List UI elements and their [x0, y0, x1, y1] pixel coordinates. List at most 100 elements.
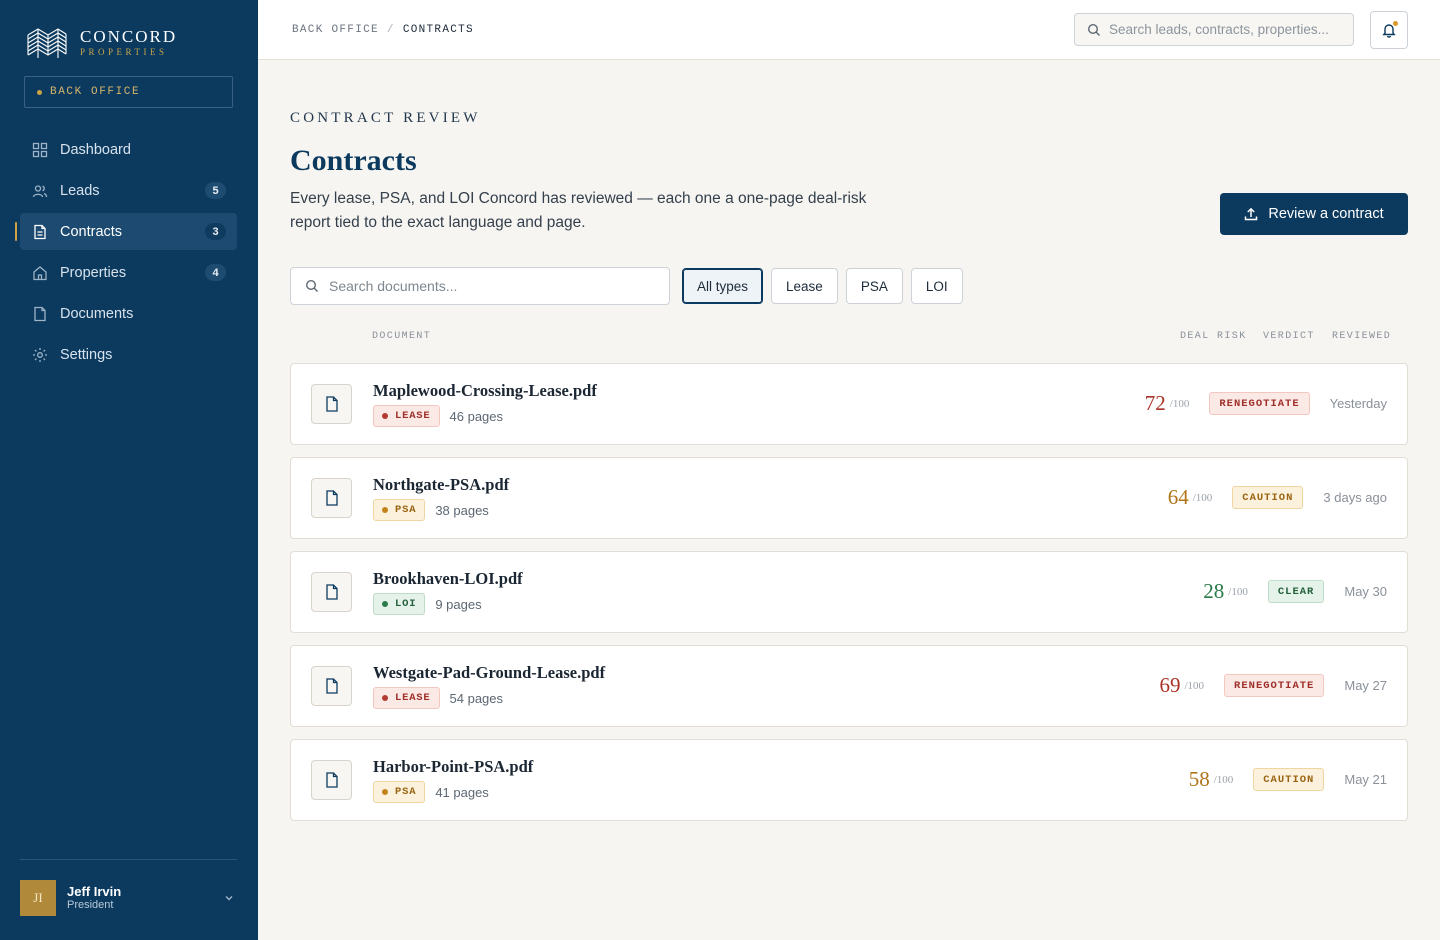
reviewed-date: May 21	[1344, 772, 1387, 787]
chevron-down-icon[interactable]	[223, 892, 235, 904]
tag-dot-icon	[382, 413, 388, 419]
filter-lease[interactable]: Lease	[771, 268, 838, 304]
verdict-badge: RENEGOTIATE	[1209, 392, 1310, 415]
divider	[20, 859, 237, 860]
global-search-input[interactable]	[1109, 22, 1349, 37]
document-search-input[interactable]	[329, 278, 649, 294]
search-icon	[305, 279, 318, 292]
contract-row[interactable]: Northgate-PSA.pdf PSA 38 pages 64 /100 C…	[290, 457, 1408, 539]
sidebar-item-label: Properties	[60, 264, 127, 281]
document-icon	[311, 760, 352, 800]
document-name[interactable]: Westgate-Pad-Ground-Lease.pdf	[373, 663, 605, 683]
document-type-tag: LOI	[373, 593, 426, 615]
document-type-label: PSA	[395, 504, 417, 516]
page-count: 38 pages	[435, 502, 489, 518]
count-badge: 3	[205, 223, 226, 240]
document-icon	[311, 478, 352, 518]
home-icon	[32, 265, 48, 281]
page-description: Every lease, PSA, and LOI Concord has re…	[290, 190, 867, 231]
global-search[interactable]	[1074, 13, 1354, 46]
document-type-label: LEASE	[395, 410, 431, 422]
document-name[interactable]: Maplewood-Crossing-Lease.pdf	[373, 381, 597, 401]
notifications-button[interactable]	[1370, 11, 1408, 49]
type-filters: All types Lease PSA LOI	[682, 268, 971, 304]
user-menu[interactable]: JI Jeff Irvin President	[20, 880, 237, 916]
page-count: 54 pages	[449, 690, 504, 706]
deal-risk-max: /100	[1213, 773, 1234, 786]
breadcrumb-item-back-office[interactable]: BACK OFFICE	[292, 24, 379, 36]
sidebar-item-settings[interactable]: Settings	[20, 336, 237, 373]
brand-name: CONCORD	[80, 27, 178, 46]
contract-row[interactable]: Westgate-Pad-Ground-Lease.pdf LEASE 54 p…	[290, 645, 1408, 727]
reviewed-date: Yesterday	[1329, 396, 1387, 411]
workspace-switcher[interactable]: BACK OFFICE	[24, 76, 233, 108]
page-count: 9 pages	[435, 596, 482, 612]
sidebar-item-dashboard[interactable]: Dashboard	[20, 131, 237, 168]
brand-logo[interactable]: CONCORD PROPERTIES	[24, 25, 177, 61]
column-header-verdict: VERDICT	[1263, 331, 1315, 342]
sidebar-item-label: Leads	[60, 182, 100, 199]
avatar: JI	[20, 880, 56, 916]
document-type-label: LOI	[395, 598, 417, 610]
review-contract-button[interactable]: Review a contract	[1220, 193, 1408, 235]
sidebar-item-label: Settings	[60, 346, 113, 363]
review-contract-label: Review a contract	[1268, 206, 1384, 222]
grid-icon	[32, 142, 48, 158]
tag-dot-icon	[382, 695, 388, 701]
page-count: 46 pages	[449, 408, 504, 424]
breadcrumb: BACK OFFICE / CONTRACTS	[292, 24, 474, 36]
page-eyebrow: CONTRACT REVIEW	[290, 110, 481, 126]
contract-row[interactable]: Maplewood-Crossing-Lease.pdf LEASE 46 pa…	[290, 363, 1408, 445]
page-count: 41 pages	[435, 784, 489, 800]
tag-dot-icon	[382, 507, 388, 513]
workspace-label: BACK OFFICE	[50, 86, 141, 98]
sidebar-item-label: Contracts	[60, 223, 123, 240]
deal-risk-score: 64	[1167, 485, 1189, 509]
sidebar-item-contracts[interactable]: Contracts 3	[15, 213, 237, 250]
top-bar: BACK OFFICE / CONTRACTS	[258, 0, 1440, 60]
deal-risk-max: /100	[1192, 491, 1213, 504]
verdict-badge: CLEAR	[1267, 580, 1325, 603]
sidebar: CONCORD PROPERTIES BACK OFFICE Dashboard…	[0, 0, 258, 940]
document-icon	[311, 666, 352, 706]
search-icon	[1087, 23, 1100, 36]
brand-subtitle: PROPERTIES	[80, 47, 168, 57]
sidebar-item-properties[interactable]: Properties 4	[20, 254, 237, 291]
reviewed-date: May 30	[1344, 584, 1387, 599]
gear-icon	[32, 347, 48, 363]
document-icon	[311, 384, 352, 424]
user-name: Jeff Irvin	[67, 884, 122, 899]
document-name[interactable]: Brookhaven-LOI.pdf	[373, 569, 523, 589]
document-name[interactable]: Harbor-Point-PSA.pdf	[373, 757, 533, 777]
document-type-tag: PSA	[373, 499, 426, 521]
document-type-tag: LEASE	[373, 687, 440, 709]
document-search[interactable]	[290, 267, 670, 305]
document-type-label: LEASE	[395, 692, 431, 704]
column-header-deal-risk: DEAL RISK	[1180, 331, 1247, 342]
users-icon	[32, 183, 48, 199]
verdict-badge: RENEGOTIATE	[1224, 674, 1325, 697]
tag-dot-icon	[382, 601, 388, 607]
verdict-badge: CAUTION	[1232, 486, 1304, 509]
user-role: President	[67, 899, 114, 911]
sidebar-item-documents[interactable]: Documents	[20, 295, 237, 332]
deal-risk-score: 72	[1144, 391, 1166, 415]
document-type-tag: PSA	[373, 781, 426, 803]
status-dot-icon	[37, 89, 42, 95]
notification-dot	[1393, 21, 1398, 26]
breadcrumb-separator: /	[386, 24, 395, 36]
document-name[interactable]: Northgate-PSA.pdf	[373, 475, 509, 495]
count-badge: 4	[205, 264, 226, 281]
sidebar-item-leads[interactable]: Leads 5	[20, 172, 237, 209]
filter-all-types[interactable]: All types	[682, 268, 764, 304]
document-type-label: PSA	[395, 786, 417, 798]
document-type-tag: LEASE	[373, 405, 440, 427]
file-text-icon	[32, 224, 48, 240]
filter-psa[interactable]: PSA	[845, 268, 903, 304]
reviewed-date: 3 days ago	[1323, 490, 1387, 505]
deal-risk-max: /100	[1184, 679, 1205, 692]
contract-row[interactable]: Harbor-Point-PSA.pdf PSA 41 pages 58 /10…	[290, 739, 1408, 821]
deal-risk-score: 28	[1203, 579, 1225, 603]
filter-loi[interactable]: LOI	[910, 268, 963, 304]
contract-row[interactable]: Brookhaven-LOI.pdf LOI 9 pages 28 /100 C…	[290, 551, 1408, 633]
